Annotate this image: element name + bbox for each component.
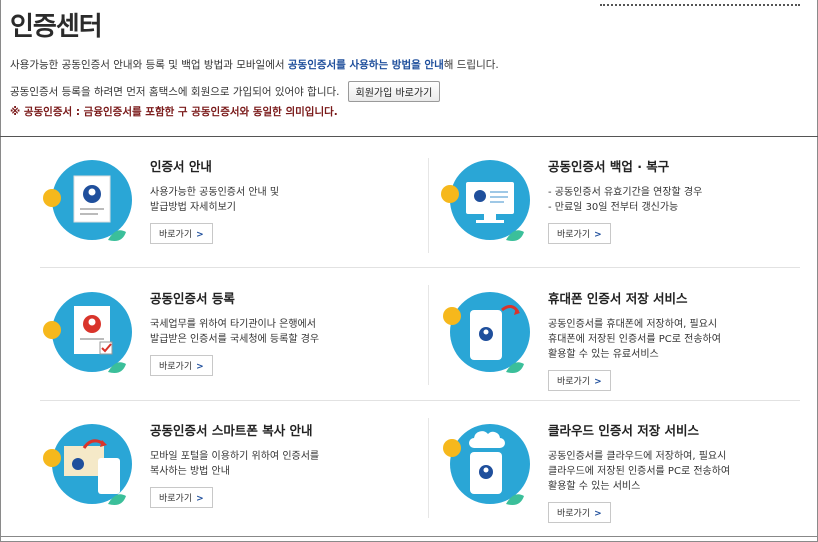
go-button-label: 바로가기 (557, 377, 591, 387)
go-button-certificate-register[interactable]: 바로가기 > (150, 355, 213, 376)
go-button-backup-restore[interactable]: 바로가기 > (548, 223, 611, 244)
chevron-right-icon: > (594, 509, 602, 519)
card-desc-line: 모바일 포털을 이용하기 위하여 인증서를 (150, 451, 320, 462)
go-button-label: 바로가기 (159, 230, 193, 240)
chevron-right-icon: > (196, 230, 204, 240)
card-title: 공동인증서 등록 (150, 291, 235, 306)
page-title: 인증센터 (10, 12, 103, 42)
card-desc-line: 공동인증서를 클라우드에 저장하여, 필요시 (548, 451, 727, 462)
go-button-phone-storage[interactable]: 바로가기 > (548, 370, 611, 391)
top-decoration (600, 0, 800, 6)
card-title: 공동인증서 스마트폰 복사 안내 (150, 423, 313, 438)
bottom-border (0, 536, 818, 537)
card-certificate-guide: 인증서 안내 사용가능한 공동인증서 안내 및 발급방법 자세히보기 바로가기 > (40, 146, 410, 271)
column-divider (428, 158, 429, 253)
go-button-label: 바로가기 (557, 230, 591, 240)
card-desc-line: 발급방법 자세히보기 (150, 202, 236, 213)
card-desc-line: 활용할 수 있는 유료서비스 (548, 349, 659, 360)
chevron-right-icon: > (196, 494, 204, 504)
card-title: 공동인증서 백업 · 복구 (548, 159, 670, 174)
card-backup-restore: 공동인증서 백업 · 복구 - 공동인증서 유효기간을 연장할 경우 - 만료일… (438, 146, 808, 271)
card-desc-line: 발급받은 인증서를 국세청에 등록할 경우 (150, 334, 320, 345)
phone-certificate-icon (443, 292, 530, 373)
go-button-smartphone-copy[interactable]: 바로가기 > (150, 487, 213, 508)
intro-before: 사용가능한 공동인증서 안내와 등록 및 백업 방법과 모바일에서 (10, 59, 288, 71)
intro-after: 해 드립니다. (443, 59, 499, 71)
registration-text: 공동인증서 등록을 하려면 먼저 홈택스에 회원으로 가입되어 있어야 합니다. (10, 86, 340, 98)
go-button-label: 바로가기 (159, 494, 193, 504)
card-certificate-register: 공동인증서 등록 국세업무를 위하여 타기관이나 은행에서 발급받은 인증서를 … (40, 278, 410, 403)
service-grid: 인증서 안내 사용가능한 공동인증서 안내 및 발급방법 자세히보기 바로가기 >… (40, 140, 800, 535)
card-cloud-storage: 클라우드 인증서 저장 서비스 공동인증서를 클라우드에 저장하여, 필요시 클… (438, 410, 808, 535)
intro-text: 사용가능한 공동인증서 안내와 등록 및 백업 방법과 모바일에서 공동인증서를… (10, 57, 499, 72)
card-desc-line: 국세업무를 위하여 타기관이나 은행에서 (150, 319, 316, 330)
chevron-right-icon: > (196, 362, 204, 372)
go-button-label: 바로가기 (557, 509, 591, 519)
card-desc-line: 활용할 수 있는 서비스 (548, 481, 641, 492)
card-title: 클라우드 인증서 저장 서비스 (548, 423, 700, 438)
card-phone-storage: 휴대폰 인증서 저장 서비스 공동인증서를 휴대폰에 저장하여, 필요시 휴대폰… (438, 278, 808, 403)
go-button-label: 바로가기 (159, 362, 193, 372)
go-button-cloud-storage[interactable]: 바로가기 > (548, 502, 611, 523)
registration-line: 공동인증서 등록을 하려면 먼저 홈택스에 회원으로 가입되어 있어야 합니다.… (10, 81, 441, 102)
cloud-certificate-icon (443, 424, 530, 505)
card-desc-line: - 만료일 30일 전부터 갱신가능 (548, 202, 679, 213)
note-text: ※ 공동인증서 : 금융인증서를 포함한 구 공동인증서와 동일한 의미입니다. (10, 106, 338, 118)
section-divider (0, 136, 818, 137)
column-divider (428, 285, 429, 385)
smartphone-copy-icon (43, 424, 132, 505)
card-desc-line: 클라우드에 저장된 인증서를 PC로 전송하여 (548, 466, 731, 477)
card-title: 인증서 안내 (150, 159, 212, 174)
chevron-right-icon: > (594, 377, 602, 387)
card-desc-line: 공동인증서를 휴대폰에 저장하여, 필요시 (548, 319, 718, 330)
card-desc-line: 휴대폰에 저장된 인증서를 PC로 전송하여 (548, 334, 721, 345)
column-divider (428, 418, 429, 518)
card-smartphone-copy: 공동인증서 스마트폰 복사 안내 모바일 포털을 이용하기 위하여 인증서를 복… (40, 410, 410, 535)
intro-highlight[interactable]: 공동인증서를 사용하는 방법을 안내 (288, 59, 444, 71)
join-member-button[interactable]: 회원가입 바로가기 (347, 81, 441, 102)
chevron-right-icon: > (594, 230, 602, 240)
card-desc-line: 사용가능한 공동인증서 안내 및 (150, 187, 280, 198)
register-certificate-icon (43, 292, 132, 373)
card-desc-line: - 공동인증서 유효기간을 연장할 경우 (548, 187, 703, 198)
card-title: 휴대폰 인증서 저장 서비스 (548, 291, 688, 306)
go-button-certificate-guide[interactable]: 바로가기 > (150, 223, 213, 244)
monitor-certificate-icon (441, 160, 530, 241)
card-desc-line: 복사하는 방법 안내 (150, 466, 230, 477)
certificate-icon (43, 160, 132, 241)
